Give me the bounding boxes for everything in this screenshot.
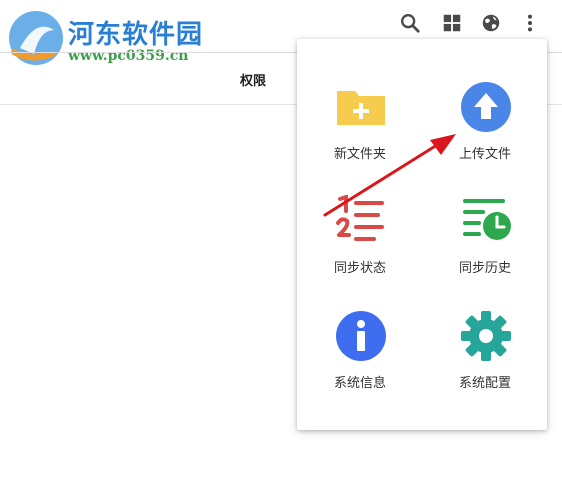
app-menu-popup: 新文件夹 上传文件 同步状态 同步历史 系统信息 系统配置: [297, 39, 547, 430]
watermark-logo: 河东软件园 www.pc0359.cn: [6, 6, 236, 72]
menu-item-label: 新文件夹: [333, 147, 386, 162]
menu-item-label: 同步历史: [458, 261, 511, 276]
sync-status-icon: [335, 195, 387, 247]
menu-item-upload-file[interactable]: 上传文件: [425, 81, 545, 181]
gear-icon: [460, 310, 512, 362]
menu-item-sync-status[interactable]: 同步状态: [300, 195, 420, 295]
watermark-url: www.pc0359.cn: [68, 48, 189, 64]
menu-item-label: 系统配置: [458, 376, 511, 391]
menu-item-label: 系统信息: [333, 376, 386, 391]
permission-column-header: 权限: [240, 74, 267, 89]
menu-item-sync-history[interactable]: 同步历史: [425, 195, 545, 295]
search-icon[interactable]: [399, 12, 421, 34]
menu-item-new-folder[interactable]: 新文件夹: [300, 81, 420, 181]
watermark-title: 河东软件园: [68, 20, 204, 50]
menu-item-system-config[interactable]: 系统配置: [425, 310, 545, 410]
watermark-emblem-icon: [9, 11, 63, 65]
globe-icon[interactable]: [480, 12, 502, 34]
menu-item-system-info[interactable]: 系统信息: [300, 310, 420, 410]
sync-history-icon: [460, 195, 512, 247]
info-icon: [335, 310, 387, 362]
upload-icon: [460, 81, 512, 133]
folder-plus-icon: [335, 81, 387, 133]
grid-icon[interactable]: [441, 12, 463, 34]
more-vert-icon[interactable]: [519, 12, 541, 34]
menu-item-label: 同步状态: [333, 261, 386, 276]
menu-item-label: 上传文件: [458, 147, 511, 162]
